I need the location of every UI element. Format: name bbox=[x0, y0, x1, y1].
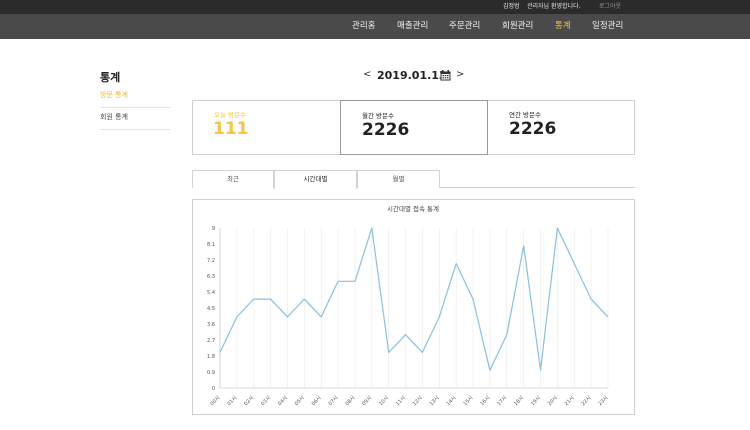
data-point bbox=[556, 227, 558, 229]
visit-summary: 오늘 방문수 111 월간 방문수 2226 연간 방문수 2226 bbox=[192, 100, 635, 155]
nav-item-members[interactable]: 회원관리 bbox=[502, 21, 533, 32]
x-tick-label: 09시 bbox=[361, 395, 373, 407]
tab-hourly[interactable]: 시간대별 bbox=[274, 170, 357, 189]
next-date-button[interactable]: > bbox=[456, 69, 464, 80]
data-point bbox=[320, 316, 322, 318]
today-visits-value: 111 bbox=[213, 119, 249, 139]
chart-title: 시간대별 접속 통계 bbox=[387, 204, 439, 213]
x-tick-label: 16시 bbox=[479, 395, 491, 407]
stats-tabs: 최근 시간대별 월별 bbox=[192, 170, 635, 189]
monthly-visits-label: 월간 방문수 bbox=[362, 112, 394, 120]
x-tick-label: 08시 bbox=[344, 395, 356, 407]
data-point bbox=[438, 316, 440, 318]
sidebar-item-member-stats[interactable]: 회원 통계 bbox=[100, 110, 170, 130]
data-point bbox=[489, 369, 491, 371]
y-tick-label: 4.5 bbox=[207, 306, 215, 312]
x-tick-label: 20시 bbox=[547, 395, 559, 407]
x-tick-label: 07시 bbox=[328, 395, 340, 407]
data-point bbox=[270, 298, 272, 300]
current-date: 2019.01.13 bbox=[377, 69, 447, 82]
data-point bbox=[405, 334, 407, 336]
x-tick-label: 11시 bbox=[395, 395, 407, 407]
y-tick-label: 0 bbox=[212, 386, 215, 392]
x-tick-label: 05시 bbox=[294, 395, 306, 407]
x-tick-label: 19시 bbox=[530, 395, 542, 407]
yearly-visits-card: 연간 방문수 2226 bbox=[488, 100, 636, 155]
y-tick-label: 0.9 bbox=[207, 370, 215, 376]
data-point bbox=[573, 263, 575, 265]
y-tick-label: 9 bbox=[212, 226, 215, 232]
x-tick-label: 18시 bbox=[513, 395, 525, 407]
logout-link[interactable]: 로그아웃 bbox=[599, 2, 621, 12]
tab-recent[interactable]: 최근 bbox=[192, 170, 274, 188]
data-point bbox=[354, 280, 356, 282]
welcome-text: 관리자님 환영합니다. bbox=[527, 3, 581, 10]
yearly-visits-label: 연간 방문수 bbox=[509, 111, 541, 119]
data-point bbox=[607, 316, 609, 318]
y-tick-label: 3.6 bbox=[207, 322, 215, 328]
monthly-visits-card: 월간 방문수 2226 bbox=[340, 100, 488, 155]
data-point bbox=[219, 351, 221, 353]
data-point bbox=[506, 334, 508, 336]
y-tick-label: 5.4 bbox=[207, 290, 215, 296]
monthly-visits-value: 2226 bbox=[362, 120, 410, 140]
x-tick-label: 15시 bbox=[462, 395, 474, 407]
series-line bbox=[219, 227, 609, 371]
prev-date-button[interactable]: < bbox=[363, 69, 371, 80]
y-tick-label: 6.3 bbox=[207, 274, 215, 280]
nav-item-admin-home[interactable]: 관리홈 bbox=[352, 21, 375, 32]
data-point bbox=[286, 316, 288, 318]
calendar-icon[interactable] bbox=[440, 70, 451, 81]
data-point bbox=[540, 369, 542, 371]
x-tick-label: 03시 bbox=[260, 395, 272, 407]
x-tick-label: 02시 bbox=[243, 395, 255, 407]
x-tick-label: 17시 bbox=[496, 395, 508, 407]
data-point bbox=[590, 298, 592, 300]
sidebar-item-visit-stats[interactable]: 방문 통계 bbox=[100, 88, 170, 108]
today-visits-label: 오늘 방문수 bbox=[214, 111, 246, 119]
data-point bbox=[421, 351, 423, 353]
tab-monthly[interactable]: 월별 bbox=[357, 170, 440, 188]
x-tick-label: 13시 bbox=[429, 395, 441, 407]
nav-item-sales[interactable]: 매출관리 bbox=[397, 21, 428, 32]
hourly-visits-chart: 시간대별 접속 통계 0 0.9 1.8 2.7 3.6 4.5 5.4 6.3 7.2 8.1 9 0… bbox=[207, 204, 609, 407]
x-tick-label: 04시 bbox=[277, 395, 289, 407]
data-point bbox=[371, 227, 373, 229]
top-utility-bar: 김정범 관리자님 환영합니다. 로그아웃 bbox=[0, 0, 750, 14]
user-name: 김정범 bbox=[503, 3, 520, 10]
data-point bbox=[303, 298, 305, 300]
x-tick-label: 14시 bbox=[446, 395, 458, 407]
x-tick-label: 06시 bbox=[311, 395, 323, 407]
today-visits-card: 오늘 방문수 111 bbox=[192, 100, 340, 155]
x-tick-label: 22시 bbox=[581, 395, 593, 407]
nav-item-orders[interactable]: 주문관리 bbox=[449, 21, 480, 32]
x-tick-label: 10시 bbox=[378, 395, 390, 407]
x-tick-label: 00시 bbox=[209, 395, 221, 407]
y-tick-label: 2.7 bbox=[207, 338, 215, 344]
x-tick-label: 12시 bbox=[412, 395, 424, 407]
x-tick-label: 21시 bbox=[564, 395, 576, 407]
y-tick-label: 7.2 bbox=[207, 258, 215, 264]
data-point bbox=[472, 298, 474, 300]
y-tick-label: 8.1 bbox=[207, 242, 215, 248]
sidebar-title: 통계 bbox=[100, 71, 121, 84]
data-point bbox=[523, 245, 525, 247]
nav-item-statistics[interactable]: 통계 bbox=[555, 21, 571, 32]
data-point bbox=[455, 263, 457, 265]
nav-item-schedule[interactable]: 일정관리 bbox=[592, 21, 623, 32]
x-tick-label: 01시 bbox=[226, 395, 238, 407]
main-nav: 관리홈 매출관리 주문관리 회원관리 통계 일정관리 bbox=[0, 14, 750, 39]
data-point bbox=[337, 280, 339, 282]
data-point bbox=[388, 351, 390, 353]
hourly-chart-panel: 시간대별 접속 통계 0 0.9 1.8 2.7 3.6 4.5 5.4 6.3 7.2 8.1 9 0… bbox=[192, 199, 635, 415]
data-point bbox=[253, 298, 255, 300]
x-tick-label: 23시 bbox=[597, 395, 609, 407]
y-tick-label: 1.8 bbox=[207, 354, 215, 360]
yearly-visits-value: 2226 bbox=[509, 119, 557, 139]
data-point bbox=[236, 316, 238, 318]
